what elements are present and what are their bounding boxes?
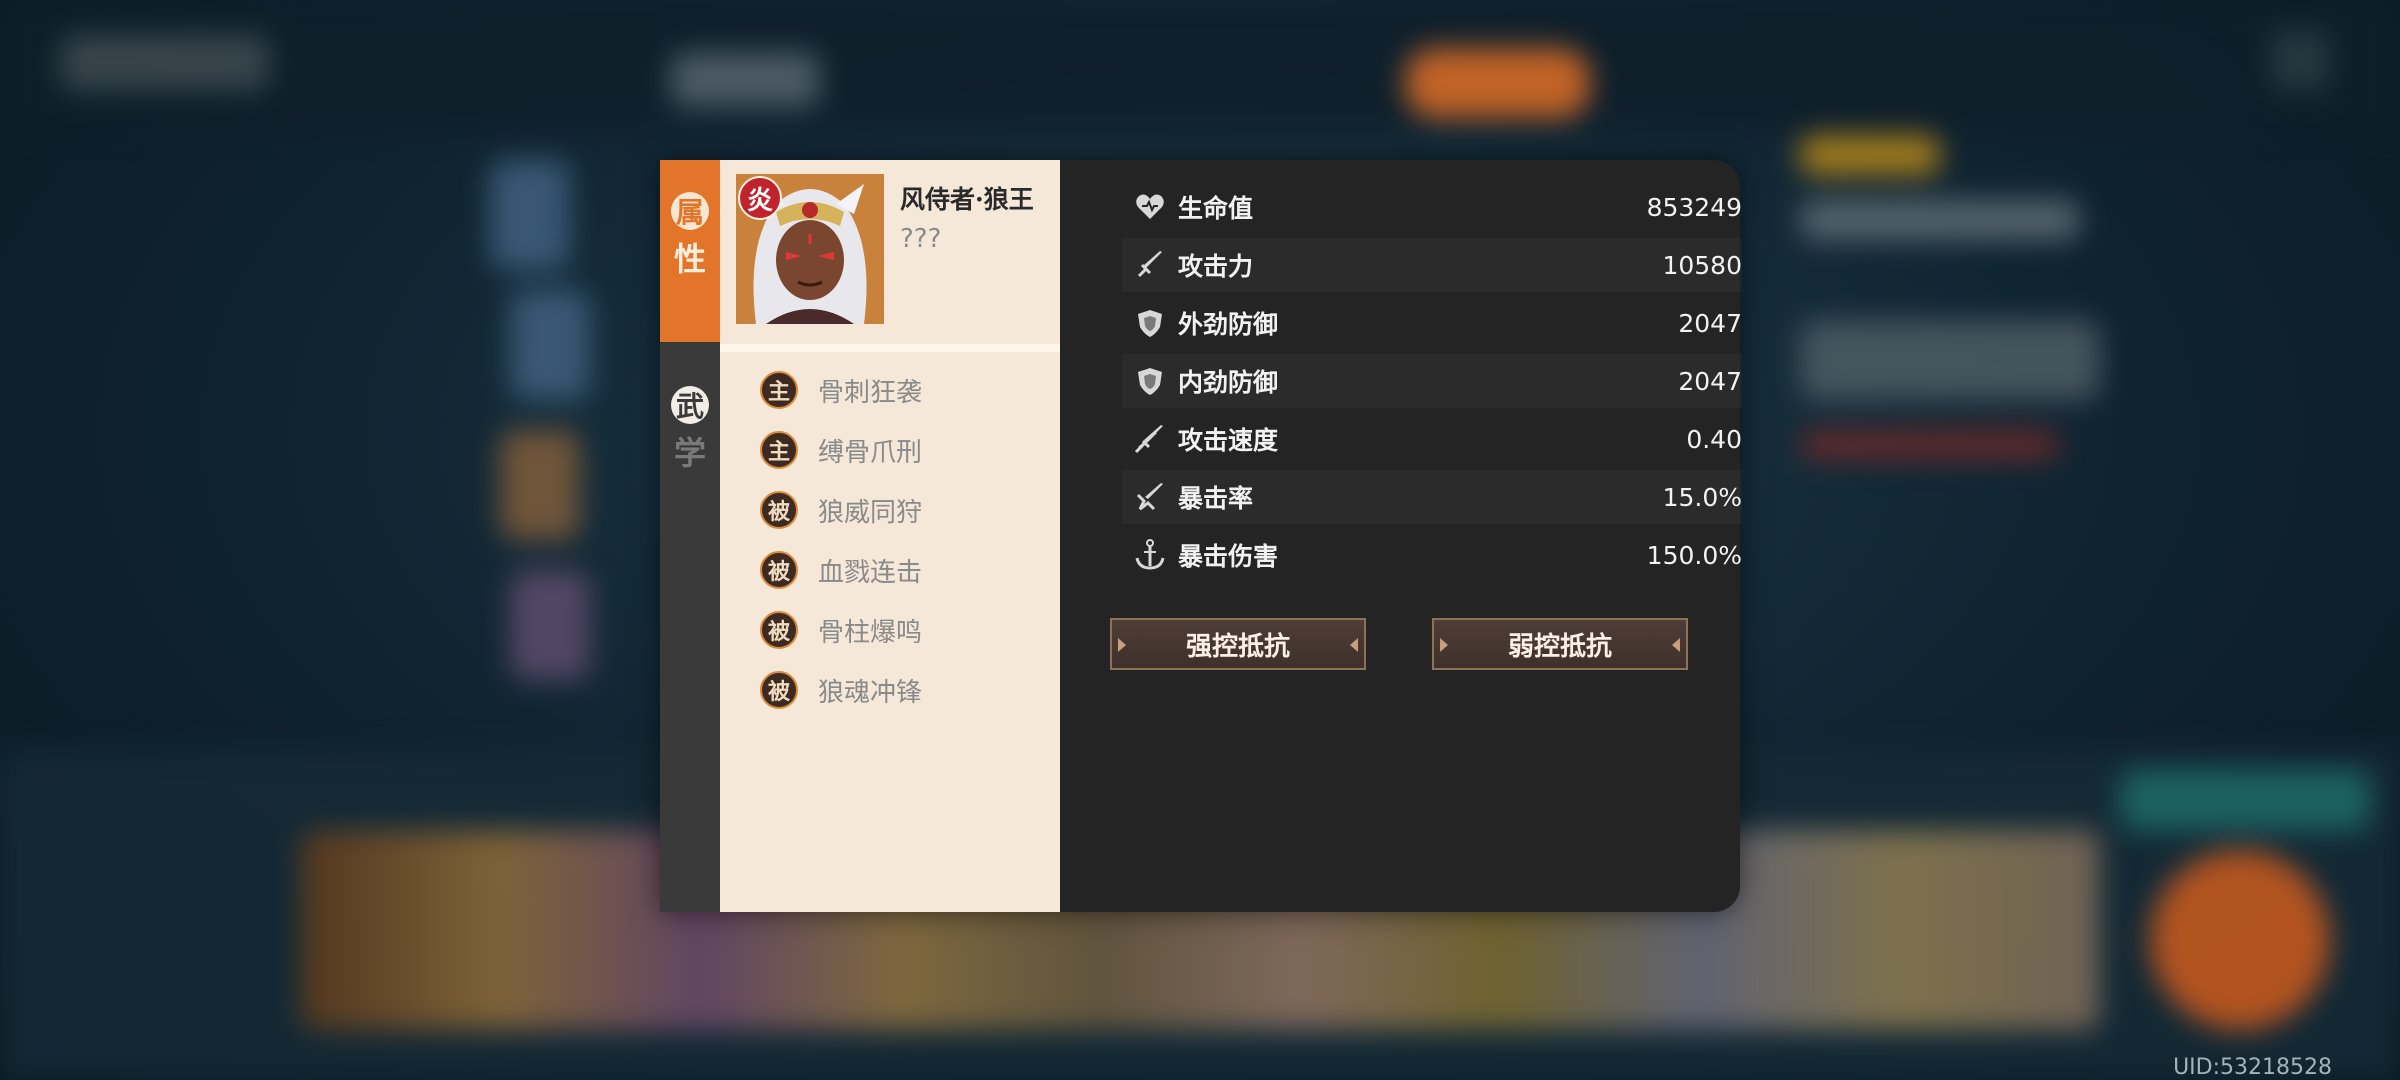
element-fire-badge: 炎	[738, 176, 782, 220]
hero-attribute-panel: 属 性 武 学 炎 风侍者·狼王 ??? 主 骨刺狂袭 主 缚骨爪刑 被 狼威同…	[660, 160, 1742, 912]
skill-type-badge: 被	[760, 611, 798, 649]
uid-label: UID:53218528	[2173, 1055, 2332, 1080]
skill-item[interactable]: 主 骨刺狂袭	[760, 360, 922, 420]
tab-attributes-char2: 性	[673, 240, 706, 278]
stat-label: 暴击率	[1178, 484, 1254, 513]
stat-label: 攻击力	[1178, 252, 1254, 281]
stat-value: 15.0%	[1662, 482, 1742, 512]
tab-attributes[interactable]: 属 性	[660, 160, 720, 342]
stat-row-internal-defense: 内劲防御 2047	[1122, 354, 1742, 408]
shield-icon	[1130, 303, 1170, 343]
hero-skill-column: 炎 风侍者·狼王 ??? 主 骨刺狂袭 主 缚骨爪刑 被 狼威同狩 被 血戮连击	[720, 160, 1060, 912]
stat-label: 暴击伤害	[1178, 542, 1279, 571]
skill-item[interactable]: 被 血戮连击	[760, 540, 922, 600]
double-sword-icon	[1130, 419, 1170, 459]
tab-martial-arts-char1: 武	[671, 386, 709, 424]
skill-item[interactable]: 被 骨柱爆鸣	[760, 600, 922, 660]
skill-list: 主 骨刺狂袭 主 缚骨爪刑 被 狼威同狩 被 血戮连击 被 骨柱爆鸣 被 狼魂冲…	[760, 360, 922, 720]
stat-value: 150.0%	[1646, 540, 1742, 570]
stat-label: 攻击速度	[1178, 426, 1279, 455]
stat-row-crit-rate: 暴击率 15.0%	[1122, 470, 1742, 524]
skill-type-badge: 主	[760, 431, 798, 469]
tab-martial-arts-char2: 学	[673, 434, 706, 472]
anchor-icon	[1130, 535, 1170, 575]
stat-row-hp: 生命值 853249	[1122, 180, 1742, 234]
hero-name: 风侍者·狼王	[900, 185, 1034, 214]
skill-item[interactable]: 被 狼魂冲锋	[760, 660, 922, 720]
stat-label: 生命值	[1178, 194, 1254, 223]
tab-column: 属 性 武 学	[660, 160, 720, 912]
crit-icon	[1130, 477, 1170, 517]
tab-attributes-char1: 属	[671, 192, 709, 230]
stat-row-attack-speed: 攻击速度 0.40	[1122, 412, 1742, 466]
stat-label: 内劲防御	[1178, 368, 1279, 397]
skill-name: 缚骨爪刑	[818, 437, 923, 468]
skill-name: 血戮连击	[818, 557, 923, 588]
stat-value: 2047	[1678, 308, 1742, 338]
stat-label: 外劲防御	[1178, 310, 1279, 339]
stat-value: 10580	[1662, 250, 1742, 280]
tab-martial-arts[interactable]: 武 学	[660, 356, 720, 912]
shield-icon	[1130, 361, 1170, 401]
skill-name: 狼威同狩	[818, 497, 923, 528]
skill-type-badge: 被	[760, 671, 798, 709]
skill-name: 狼魂冲锋	[818, 677, 923, 708]
strong-control-resist-button[interactable]: 强控抵抗	[1110, 618, 1366, 670]
divider	[720, 344, 1060, 352]
stat-value: 2047	[1678, 366, 1742, 396]
skill-type-badge: 被	[760, 491, 798, 529]
skill-item[interactable]: 被 狼威同狩	[760, 480, 922, 540]
hero-subtitle: ???	[900, 224, 942, 254]
hero-portrait: 炎	[736, 174, 884, 324]
stat-value: 0.40	[1686, 424, 1742, 454]
weak-control-resist-button[interactable]: 弱控抵抗	[1432, 618, 1688, 670]
heart-icon	[1130, 187, 1170, 227]
stat-row-external-defense: 外劲防御 2047	[1122, 296, 1742, 350]
skill-type-badge: 主	[760, 371, 798, 409]
stat-row-attack: 攻击力 10580	[1122, 238, 1742, 292]
skill-name: 骨柱爆鸣	[818, 617, 923, 648]
skill-name: 骨刺狂袭	[818, 377, 923, 408]
skill-item[interactable]: 主 缚骨爪刑	[760, 420, 922, 480]
stat-value: 853249	[1646, 192, 1742, 222]
stat-row-crit-damage: 暴击伤害 150.0%	[1122, 528, 1742, 582]
skill-type-badge: 被	[760, 551, 798, 589]
sword-icon	[1130, 245, 1170, 285]
